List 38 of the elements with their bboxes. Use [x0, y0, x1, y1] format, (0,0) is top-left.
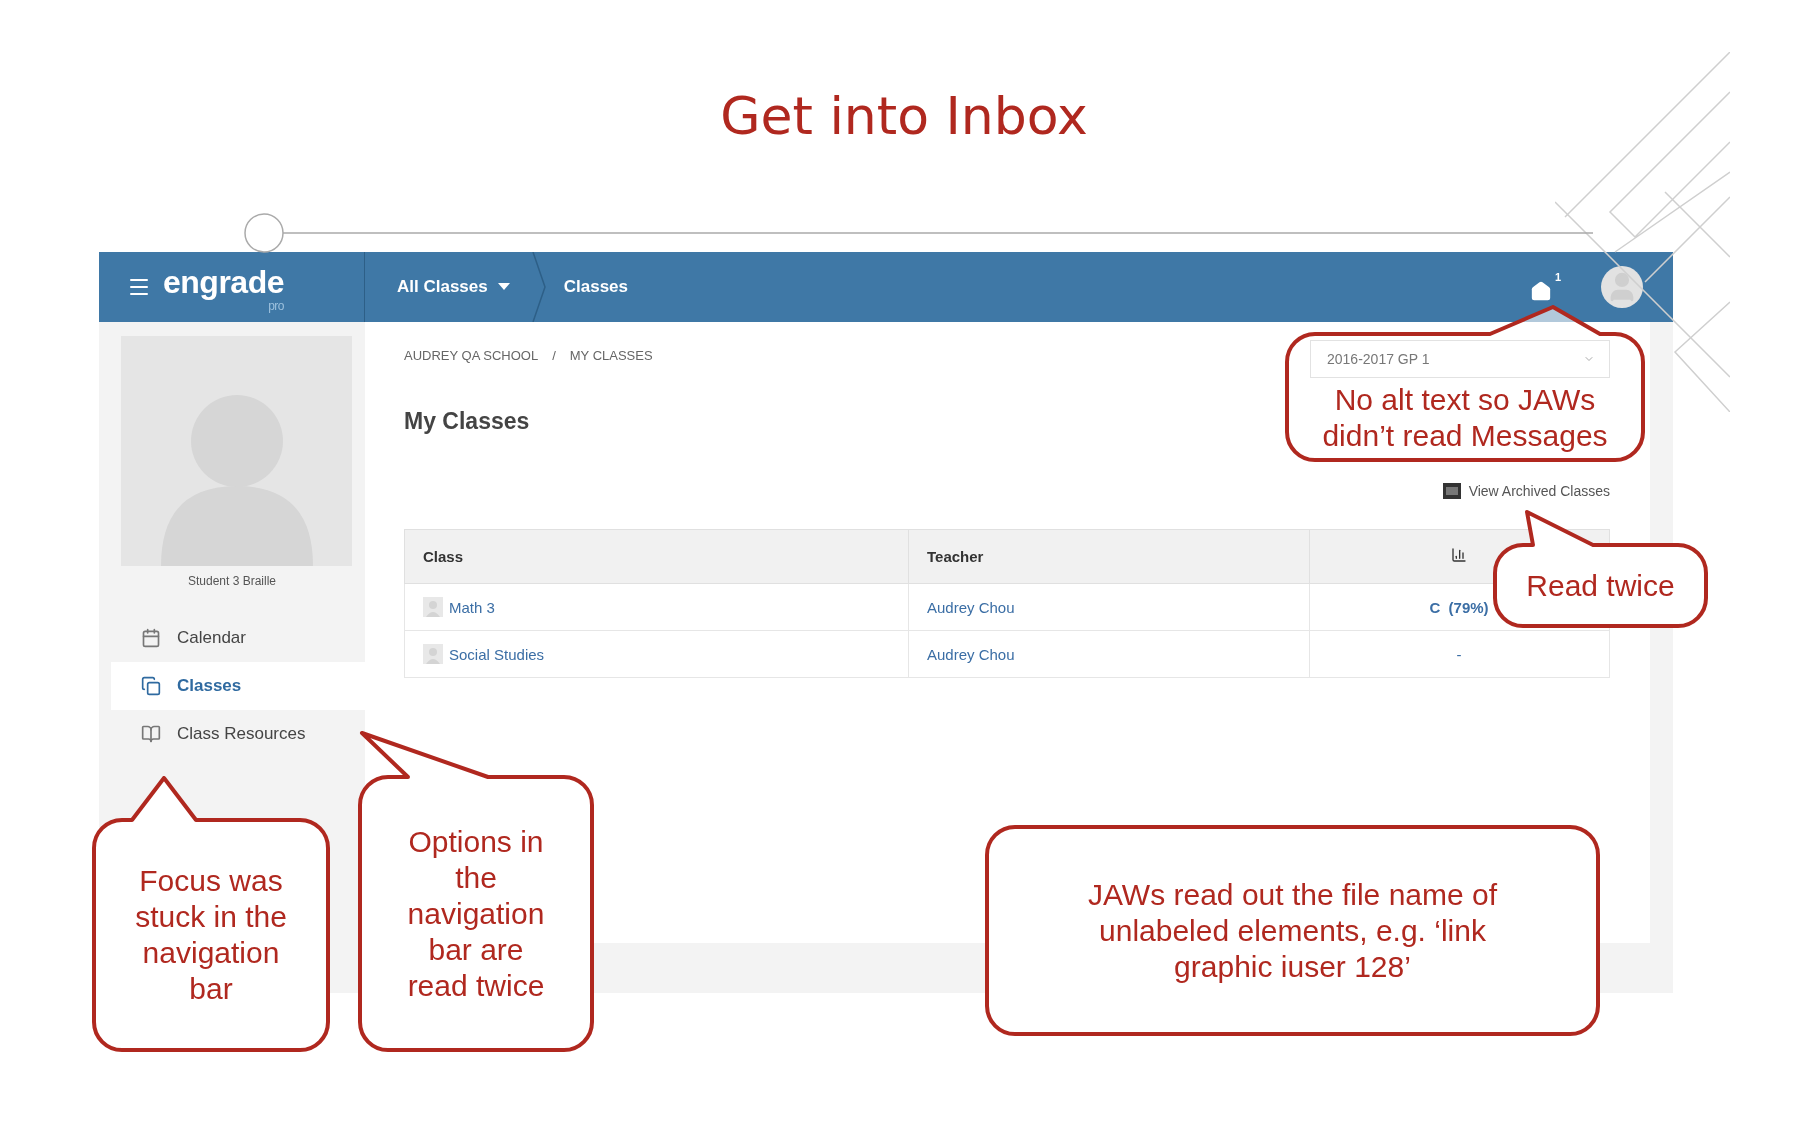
caret-icon	[497, 283, 510, 291]
period-select[interactable]: 2016-2017 GP 1	[1310, 340, 1610, 378]
callout-text: No alt text so JAWs didn’t read Messages	[1322, 382, 1608, 454]
callout-text: Focus was stuck in the navigation bar	[135, 863, 287, 1007]
archive-icon	[1442, 483, 1461, 499]
logo: engrade pro	[163, 263, 284, 311]
page-heading: My Classes	[404, 408, 530, 435]
callout-text: JAWs read out the file name of unlabeled elements, e.g. ‘link graphic iuser 128’	[1087, 876, 1498, 985]
breadcrumb-link[interactable]: AUDREY QA SCHOOL	[404, 348, 539, 363]
slide-title: Get into Inbox	[720, 86, 1088, 148]
user-avatar[interactable]	[1601, 266, 1643, 308]
user-avatar-icon	[423, 597, 443, 617]
user-avatar-icon	[423, 644, 443, 664]
class-link[interactable]: Math 3	[449, 598, 495, 616]
archived-classes-link[interactable]: View Archived Classes	[1442, 483, 1610, 499]
breadcrumb-link[interactable]: MY CLASSES	[569, 348, 653, 363]
class-menu-button[interactable]: All Classes	[365, 267, 510, 307]
breadcrumb-separator: /	[552, 348, 556, 363]
grade-text: C (79%)	[1429, 598, 1489, 616]
breadcrumb-current: Classes	[563, 277, 628, 297]
grade-text: -	[1456, 645, 1462, 663]
book-icon	[141, 724, 161, 744]
column-header: Teacher	[908, 529, 1310, 584]
class-link[interactable]: Social Studies	[449, 645, 545, 663]
callout-text: Options in the navigation bar are read twice	[407, 823, 545, 1004]
chevron-separator-icon	[531, 252, 546, 322]
bar-chart-icon	[1451, 547, 1467, 563]
callout-text: Read twice	[1526, 567, 1675, 604]
teacher-link[interactable]: Audrey Chou	[927, 598, 1015, 616]
nav-item[interactable]: Classes	[111, 662, 365, 710]
teacher-link[interactable]: Audrey Chou	[927, 645, 1015, 663]
nav-item[interactable]: Calendar	[111, 614, 365, 662]
stacked-pages-icon	[141, 676, 161, 696]
nav-item[interactable]: Class Resources	[111, 710, 365, 758]
calendar-icon	[141, 628, 161, 648]
message-count: 1	[1554, 271, 1561, 283]
student-name: Student 3 Braille	[187, 574, 277, 588]
column-header: Class	[404, 529, 909, 584]
